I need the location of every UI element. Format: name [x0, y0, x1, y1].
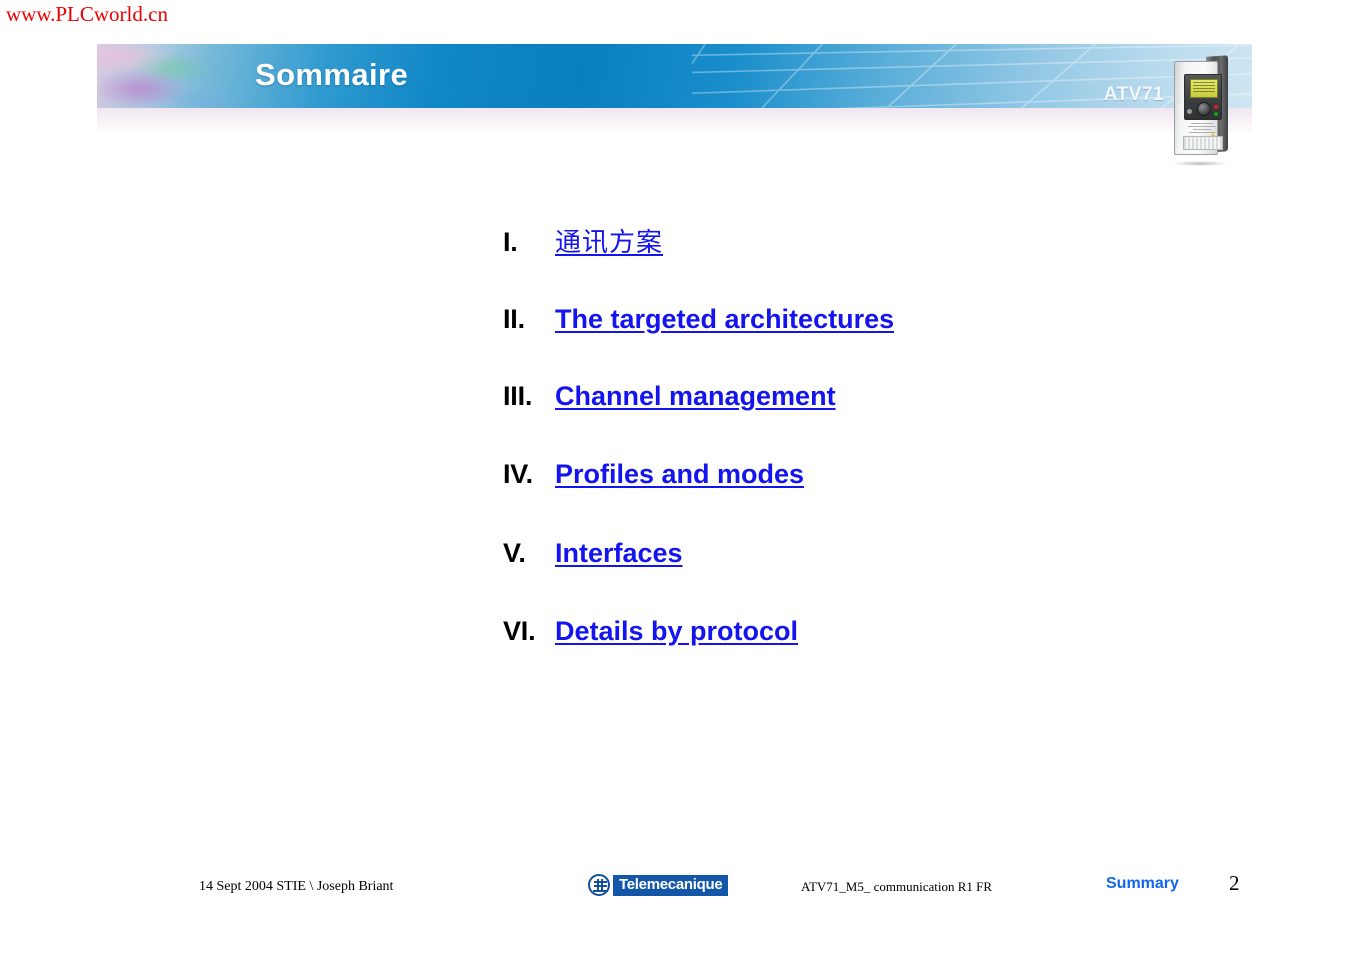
telemecanique-mark-icon	[588, 874, 610, 896]
banner-underline-strip	[97, 108, 1252, 134]
drive-esc-button-icon	[1187, 109, 1192, 114]
toc-numeral: V.	[503, 538, 526, 568]
toc-link-communication-solutions[interactable]: 通讯方案	[555, 222, 663, 259]
atv71-drive-image	[1168, 52, 1240, 166]
toc-entry-4[interactable]: IV. Profiles and modes	[503, 459, 1263, 490]
toc-link-interfaces[interactable]: Interfaces	[555, 538, 683, 569]
toc-numeral: III.	[503, 381, 533, 411]
drive-shadow	[1172, 161, 1228, 166]
toc-entry-1[interactable]: I. 通讯方案	[503, 222, 1263, 259]
toc-spacer	[503, 569, 1263, 616]
toc-entry-5[interactable]: V. Interfaces	[503, 538, 1263, 569]
toc-spacer	[503, 259, 1263, 304]
table-of-contents: I. 通讯方案 II. The targeted architectures I…	[503, 222, 1263, 647]
toc-spacer	[503, 335, 1263, 381]
telemecanique-wordmark: Telemecanique	[613, 874, 729, 896]
drive-stop-button-icon	[1214, 105, 1218, 109]
toc-link-details-by-protocol[interactable]: Details by protocol	[555, 616, 798, 647]
drive-display-screen	[1190, 79, 1218, 98]
drive-body	[1174, 61, 1223, 155]
toc-link-targeted-architectures[interactable]: The targeted architectures	[555, 304, 894, 335]
drive-navigation-knob	[1197, 102, 1211, 116]
prism-decoration-icon	[97, 44, 277, 108]
toc-numeral: II.	[503, 304, 525, 334]
footer-date-author: 14 Sept 2004 STIE \ Joseph Briant	[199, 879, 394, 894]
product-label: ATV71	[1103, 84, 1164, 105]
toc-link-profiles-and-modes[interactable]: Profiles and modes	[555, 459, 804, 490]
toc-entry-6[interactable]: VI. Details by protocol	[503, 616, 1263, 647]
footer-document-reference: ATV71_M5_ communication R1 FR	[801, 879, 993, 894]
toc-entry-3[interactable]: III. Channel management	[503, 381, 1263, 412]
telemecanique-logo: Telemecanique	[588, 874, 729, 896]
footer-page-number: 2	[1229, 871, 1240, 895]
header-banner: Sommaire ATV71	[97, 44, 1252, 108]
site-watermark: www.PLCworld.cn	[6, 2, 168, 26]
toc-entry-2[interactable]: II. The targeted architectures	[503, 304, 1263, 335]
toc-spacer	[503, 412, 1263, 459]
toc-numeral: VI.	[503, 616, 536, 646]
toc-link-channel-management[interactable]: Channel management	[555, 381, 836, 412]
toc-spacer	[503, 490, 1263, 538]
toc-numeral: I.	[503, 227, 518, 257]
drive-run-button-icon	[1214, 112, 1218, 116]
drive-ventilation-grille	[1183, 136, 1223, 150]
page-title: Sommaire	[255, 57, 409, 92]
drive-keypad	[1184, 74, 1222, 120]
toc-numeral: IV.	[503, 459, 533, 489]
footer-section-label: Summary	[1106, 875, 1179, 892]
